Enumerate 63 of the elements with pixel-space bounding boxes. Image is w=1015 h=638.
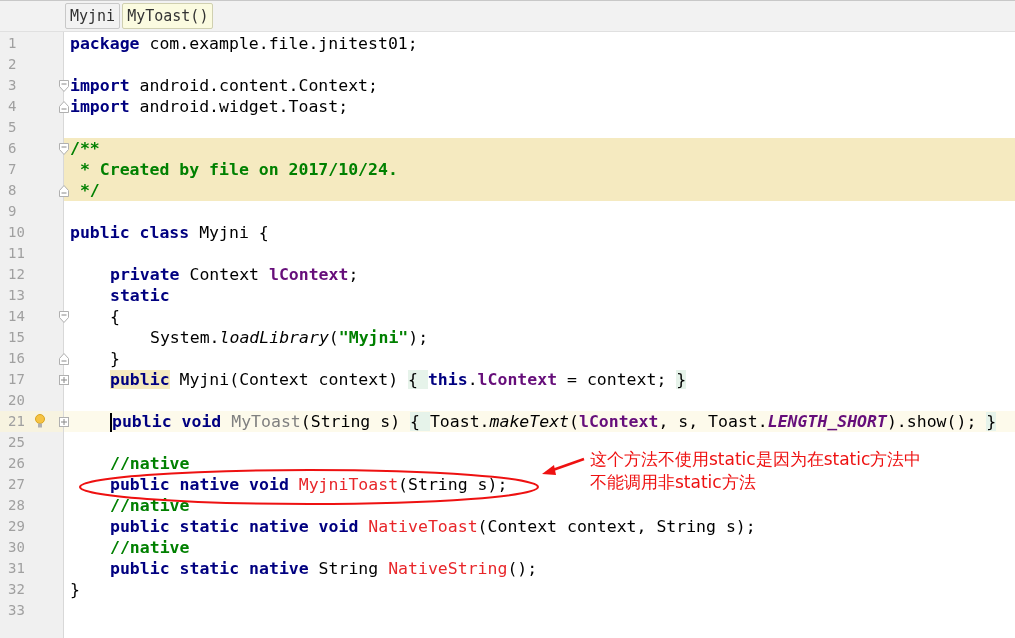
line-number: 4 bbox=[8, 97, 18, 116]
line-number: 15 bbox=[8, 328, 26, 347]
annotation-arrow bbox=[540, 457, 585, 477]
code-line: } bbox=[70, 579, 80, 600]
code-line: package com.example.file.jnitest01; bbox=[70, 33, 418, 54]
line-number: 8 bbox=[8, 181, 18, 200]
line-number: 14 bbox=[8, 307, 26, 326]
line-number: 17 bbox=[8, 370, 26, 389]
line-number: 27 bbox=[8, 475, 26, 494]
line-number: 31 bbox=[8, 559, 26, 578]
line-number: 13 bbox=[8, 286, 26, 305]
code-line: import android.widget.Toast; bbox=[70, 96, 349, 117]
code-line: public static native void NativeToast(Context context, String s); bbox=[110, 516, 756, 537]
line-number: 29 bbox=[8, 517, 26, 536]
line-number: 5 bbox=[8, 118, 18, 137]
code-line: //native bbox=[110, 495, 190, 516]
line-number: 28 bbox=[8, 496, 26, 515]
line-number: 30 bbox=[8, 538, 26, 557]
line-number: 25 bbox=[8, 433, 26, 452]
code-line: private Context lContext; bbox=[110, 264, 359, 285]
code-line: public Myjni(Context context) { this.lContext = context; } bbox=[110, 369, 687, 390]
code-line: System.loadLibrary("Myjni"); bbox=[150, 327, 429, 348]
breadcrumb[interactable]: MyToast() bbox=[122, 3, 214, 29]
line-number: 11 bbox=[8, 244, 26, 263]
line-number: 6 bbox=[8, 139, 18, 158]
annotation-text: 不能调用非static方法 bbox=[590, 471, 757, 494]
annotation-text: 这个方法不使用static是因为在static方法中 bbox=[590, 448, 922, 471]
line-number: 12 bbox=[8, 265, 26, 284]
lightbulb-icon[interactable] bbox=[35, 414, 45, 429]
expand-icon[interactable] bbox=[59, 416, 69, 427]
collapse-icon[interactable] bbox=[59, 184, 69, 197]
code-line: public void MyToast(String s) { Toast.makeText(lContext, s, Toast.LENGTH_SHORT).show(); } bbox=[110, 411, 997, 432]
collapse-icon[interactable] bbox=[59, 100, 69, 113]
code-line: { bbox=[110, 306, 120, 327]
code-line: * Created by file on 2017/10/24. bbox=[78, 159, 398, 180]
line-number: 32 bbox=[8, 580, 26, 599]
code-line: //native bbox=[110, 537, 190, 558]
line-number: 1 bbox=[8, 34, 18, 53]
code-line: import android.content.Context; bbox=[70, 75, 378, 96]
code-line: //native bbox=[110, 453, 190, 474]
code-line: public native void MyjniToast(String s); bbox=[110, 474, 508, 495]
code-line: /** bbox=[70, 138, 100, 159]
line-number: 7 bbox=[8, 160, 18, 179]
code-line: } bbox=[110, 348, 120, 369]
line-number: 21 bbox=[8, 412, 26, 431]
line-number: 2 bbox=[8, 55, 18, 74]
code-line: */ bbox=[78, 180, 100, 201]
line-number: 9 bbox=[8, 202, 18, 221]
line-number: 16 bbox=[8, 349, 26, 368]
collapse-icon[interactable] bbox=[59, 352, 69, 365]
collapse-icon[interactable] bbox=[59, 79, 69, 92]
line-number: 20 bbox=[8, 391, 26, 410]
collapse-icon[interactable] bbox=[59, 142, 69, 155]
line-number: 3 bbox=[8, 76, 18, 95]
collapse-icon[interactable] bbox=[59, 310, 69, 323]
breadcrumb[interactable]: Myjni bbox=[65, 3, 121, 29]
code-line: static bbox=[110, 285, 170, 306]
code-line: public class Myjni { bbox=[70, 222, 269, 243]
code-line: public static native String NativeString(); bbox=[110, 558, 538, 579]
expand-icon[interactable] bbox=[59, 374, 69, 385]
line-number: 10 bbox=[8, 223, 26, 242]
line-number: 26 bbox=[8, 454, 26, 473]
line-number: 33 bbox=[8, 601, 26, 620]
